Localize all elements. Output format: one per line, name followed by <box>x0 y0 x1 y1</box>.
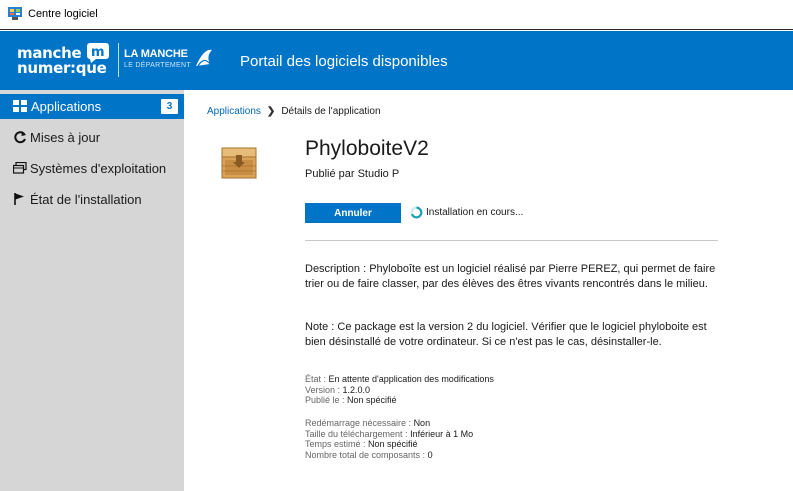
m-badge-icon: m <box>87 43 109 63</box>
chevron-right-icon: ❯ <box>266 106 276 117</box>
detail-label: Publié le : <box>305 395 348 405</box>
sidebar: Applications 3 Mises à jour Systèmes d'e… <box>0 90 184 491</box>
sail-icon <box>196 49 212 67</box>
breadcrumb-current: Détails de l'application <box>281 106 381 117</box>
sidebar-item-label: Applications <box>31 99 102 114</box>
detail-redemarrage: Redémarrage nécessaire : Non <box>305 418 473 429</box>
app-publisher: Publié par Studio P <box>305 168 400 180</box>
logo-separator <box>118 43 119 77</box>
window-title: Centre logiciel <box>28 8 98 20</box>
detail-etat: État : En attente d'application des modi… <box>305 374 494 385</box>
detail-composants: Nombre total de composants : 0 <box>305 450 473 461</box>
sidebar-item-systemes[interactable]: Systèmes d'exploitation <box>0 156 184 181</box>
sidebar-item-applications[interactable]: Applications 3 <box>0 94 184 119</box>
detail-label: Redémarrage nécessaire : <box>305 418 414 428</box>
breadcrumb-applications-link[interactable]: Applications <box>207 106 261 117</box>
detail-label: Version : <box>305 384 343 395</box>
logo2-line2: LE DÉPARTEMENT <box>124 62 191 69</box>
detail-temps: Temps estimé : Non spécifié <box>305 439 473 450</box>
applications-count-badge: 3 <box>161 99 178 114</box>
manche-numerique-logo: manche numer:que m <box>15 43 109 77</box>
refresh-icon <box>14 131 26 144</box>
sidebar-item-etat-installation[interactable]: État de l'installation <box>0 187 184 212</box>
sidebar-item-label: Mises à jour <box>30 130 101 145</box>
breadcrumb: Applications ❯ Détails de l'application <box>207 106 381 117</box>
detail-value: Non <box>413 418 431 428</box>
detail-taille: Taille du téléchargement : Inférieur à 1… <box>305 429 473 440</box>
header-banner: manche numer:que m LA MANCHE LE DÉPARTEM… <box>0 31 793 90</box>
title-bar: Centre logiciel <box>0 0 793 30</box>
la-manche-logo: LA MANCHE LE DÉPARTEMENT <box>124 48 216 76</box>
app-name: PhyloboiteV2 <box>305 137 429 160</box>
detail-value: Inférieur à 1 Mo <box>410 428 474 439</box>
details-group-install: Redémarrage nécessaire : Non Taille du t… <box>305 418 473 460</box>
detail-label: Nombre total de composants : <box>305 449 428 460</box>
package-icon <box>221 147 257 179</box>
detail-value: 1.2.0.0 <box>342 384 371 395</box>
grid-icon <box>13 100 27 112</box>
sidebar-item-label: Systèmes d'exploitation <box>30 161 167 176</box>
sidebar-item-label: État de l'installation <box>30 192 142 207</box>
details-group-status: État : En attente d'application des modi… <box>305 374 494 406</box>
svg-text:m: m <box>91 45 105 60</box>
flag-icon <box>14 193 24 205</box>
detail-value: 0 <box>427 449 433 460</box>
detail-version: Version : 1.2.0.0 <box>305 385 494 396</box>
spinner-icon <box>410 206 423 219</box>
detail-value: En attente d'application des modificatio… <box>328 374 494 384</box>
logo2-line1: LA MANCHE <box>124 48 188 60</box>
software-center-icon <box>8 7 22 20</box>
divider <box>305 240 718 241</box>
detail-label: Temps estimé : <box>305 439 369 449</box>
detail-label: Taille du téléchargement : <box>305 428 411 439</box>
app-description: Description : Phyloboîte est un logiciel… <box>305 263 716 290</box>
detail-label: État : <box>305 374 329 384</box>
window-icon <box>13 162 27 174</box>
portal-title: Portail des logiciels disponibles <box>240 53 448 70</box>
app-note: Note : Ce package est la version 2 du lo… <box>305 321 707 348</box>
install-status: Installation en cours... <box>426 207 524 218</box>
detail-value: Non spécifié <box>347 395 397 405</box>
sidebar-item-mises-a-jour[interactable]: Mises à jour <box>0 125 184 150</box>
detail-value: Non spécifié <box>368 439 418 449</box>
cancel-button[interactable]: Annuler <box>305 203 401 223</box>
detail-publie: Publié le : Non spécifié <box>305 395 494 406</box>
